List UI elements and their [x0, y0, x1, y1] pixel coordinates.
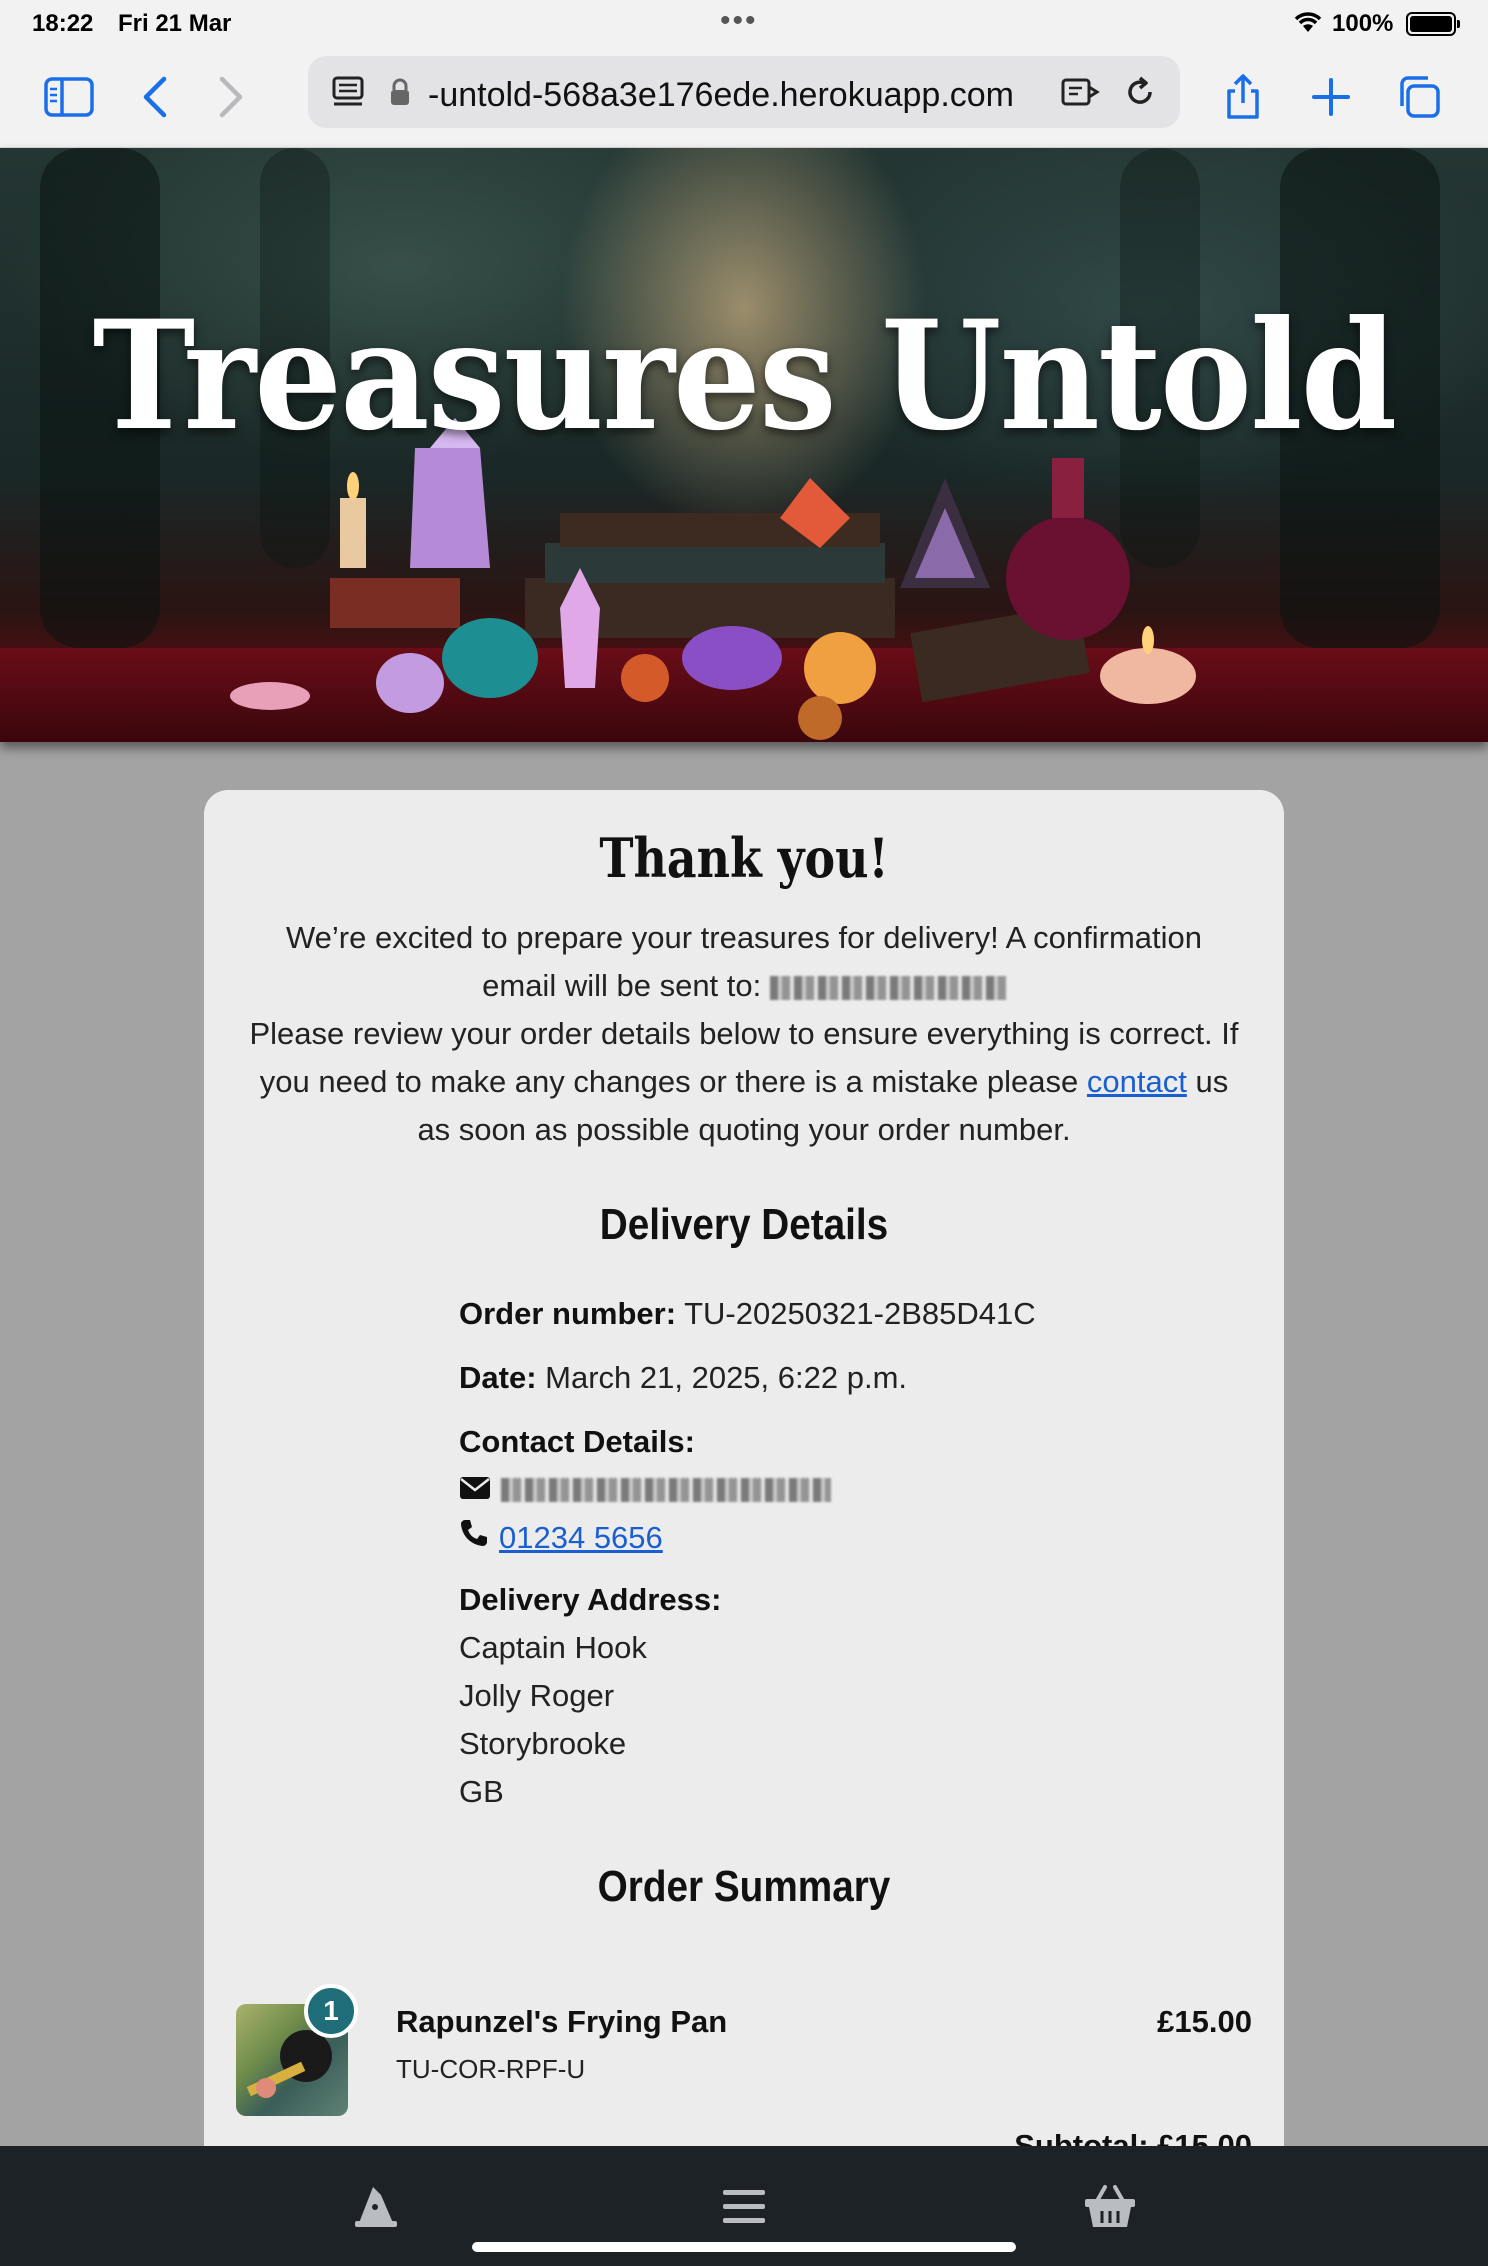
status-time: 18:22	[32, 10, 94, 37]
contact-details-label: Contact Details:	[459, 1424, 695, 1459]
order-summary-heading: Order Summary	[597, 1862, 891, 1911]
delivery-details: Order number: TU-20250321-2B85D41C Date:…	[459, 1290, 1059, 1832]
intro-line: Please review your order details below t…	[249, 1016, 1239, 1051]
quantity-badge: 1	[304, 1984, 358, 2038]
order-line-item: 1 Rapunzel's Frying Pan TU-COR-RPF-U £15…	[236, 1984, 1252, 2116]
phone-link[interactable]: 01234 5656	[499, 1514, 663, 1562]
intro-email-line: email will be sent to:	[234, 962, 1254, 1010]
delivery-address-label: Delivery Address:	[459, 1582, 722, 1617]
address-line: Captain Hook	[459, 1630, 647, 1665]
lock-icon	[378, 70, 422, 114]
share-icon[interactable]	[1216, 70, 1270, 124]
contact-link[interactable]: contact	[1087, 1064, 1187, 1099]
order-confirmation-card: Thank you! We’re excited to prepare your…	[204, 790, 1284, 2190]
forward-icon[interactable]	[204, 70, 258, 124]
hero-banner: Treasures Untold	[0, 148, 1488, 742]
product-name: Rapunzel's Frying Pan	[396, 2004, 728, 2039]
order-number-value: TU-20250321-2B85D41C	[684, 1296, 1036, 1331]
wizard-hat-icon[interactable]	[346, 2176, 406, 2236]
delivery-details-heading: Delivery Details	[599, 1200, 889, 1249]
bottom-nav	[0, 2146, 1488, 2266]
address-line: GB	[459, 1774, 504, 1809]
confirmation-message: We’re excited to prepare your treasures …	[234, 914, 1254, 1154]
reload-icon[interactable]	[1118, 70, 1162, 114]
tabs-overview-icon[interactable]	[1392, 70, 1446, 124]
sidebar-icon[interactable]	[42, 70, 96, 124]
battery-icon	[1406, 12, 1460, 36]
status-date: Fri 21 Mar	[118, 10, 232, 37]
address-line: Storybrooke	[459, 1726, 627, 1761]
order-number-label: Order number:	[459, 1296, 677, 1331]
new-tab-icon[interactable]	[1304, 70, 1358, 124]
address-line: Jolly Roger	[459, 1678, 615, 1713]
phone-icon	[459, 1514, 489, 1562]
intro-line: as soon as possible quoting your order n…	[417, 1112, 1071, 1147]
wifi-icon	[1292, 8, 1324, 41]
site-title[interactable]: Treasures Untold	[60, 288, 1429, 464]
multitasking-dots-icon[interactable]: •••	[720, 4, 758, 38]
intro-text: you need to make any changes or there is…	[259, 1064, 1079, 1099]
battery-percent: 100%	[1332, 10, 1394, 37]
date-label: Date:	[459, 1360, 537, 1395]
browser-toolbar: -untold-568a3e176ede.herokuapp.com	[0, 48, 1488, 148]
page-menu-icon[interactable]	[326, 70, 370, 114]
date-value: March 21, 2025, 6:22 p.m.	[545, 1360, 908, 1395]
home-indicator[interactable]	[472, 2242, 1016, 2252]
product-sku: TU-COR-RPF-U	[396, 2054, 586, 2084]
product-price: £15.00	[1157, 2004, 1252, 2039]
thank-you-heading: Thank you!	[599, 826, 889, 890]
hamburger-menu-icon[interactable]	[714, 2176, 774, 2236]
basket-icon[interactable]	[1080, 2176, 1140, 2236]
envelope-icon	[459, 1466, 491, 1514]
redacted-email	[501, 1478, 831, 1502]
address-bar[interactable]: -untold-568a3e176ede.herokuapp.com	[308, 56, 1180, 128]
redacted-email	[769, 975, 1006, 1000]
intro-email-prefix: email will be sent to:	[482, 968, 762, 1003]
back-icon[interactable]	[128, 70, 182, 124]
status-bar: 18:22 Fri 21 Mar ••• 100%	[0, 0, 1488, 48]
intro-contact-line: you need to make any changes or there is…	[234, 1058, 1254, 1106]
reader-icon[interactable]	[1058, 70, 1102, 114]
url-text: -untold-568a3e176ede.herokuapp.com	[428, 76, 1015, 114]
intro-line: We’re excited to prepare your treasures …	[285, 920, 1203, 955]
intro-text: us	[1195, 1064, 1229, 1099]
